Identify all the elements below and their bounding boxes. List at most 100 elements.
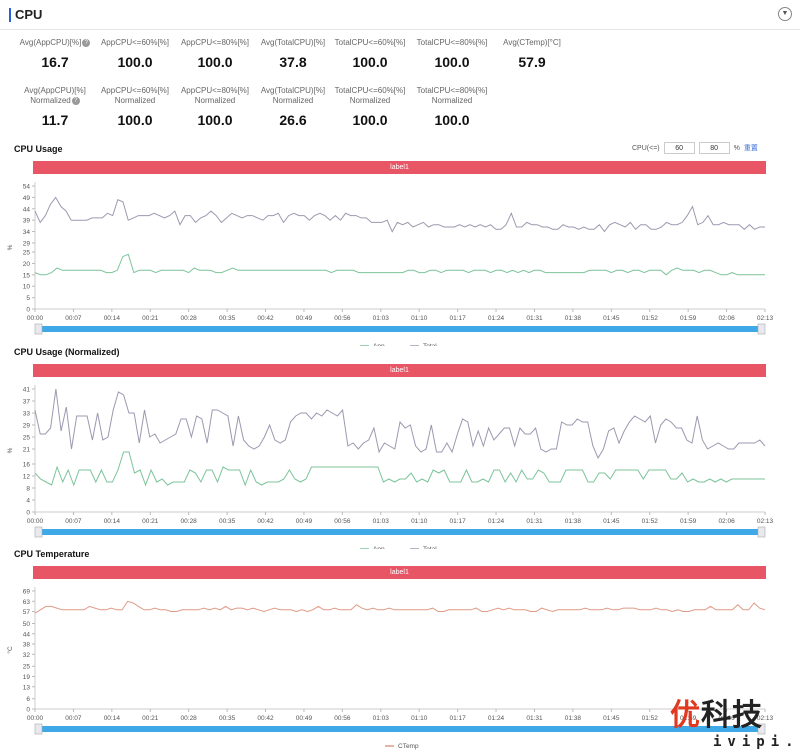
x-tick-label: 00:00 bbox=[27, 715, 44, 722]
stat-label-text: AppCPU<=80%[%] bbox=[180, 86, 250, 95]
y-tick-label: 44 bbox=[23, 631, 31, 638]
y-tick-label: 29 bbox=[23, 240, 31, 247]
stat-label: AppCPU<=60%[%] Normalized bbox=[95, 86, 175, 106]
label-band-cpu-temperature: label1 bbox=[33, 566, 766, 579]
chart-title-cpu-usage-normalized: CPU Usage (Normalized) bbox=[14, 347, 120, 357]
y-axis-label: % bbox=[7, 244, 14, 250]
cpu-threshold-60-input[interactable] bbox=[663, 142, 695, 154]
series-line-total bbox=[34, 196, 765, 233]
y-tick-label: 8 bbox=[26, 486, 30, 493]
stat-card: AppCPU<=60%[%] 100.0 bbox=[95, 38, 175, 70]
x-tick-label: 00:28 bbox=[181, 715, 198, 722]
stat-label: Avg(AppCPU)[%]? bbox=[15, 38, 95, 48]
legend-label-total[interactable]: Total bbox=[423, 343, 437, 346]
x-tick-label: 01:52 bbox=[642, 518, 659, 525]
stat-label-text: AppCPU<=60%[%] bbox=[100, 38, 170, 47]
x-tick-label: 01:24 bbox=[488, 518, 505, 525]
x-tick-label: 00:21 bbox=[142, 715, 159, 722]
chart-title-cpu-temperature: CPU Temperature bbox=[14, 549, 90, 559]
x-tick-label: 00:14 bbox=[104, 715, 121, 722]
stat-label-text: TotalCPU<=60%[%] bbox=[334, 38, 406, 47]
zoom-slider-track[interactable] bbox=[37, 326, 763, 332]
zoom-slider-right-handle[interactable] bbox=[757, 323, 766, 335]
x-tick-label: 00:07 bbox=[65, 315, 82, 322]
y-tick-label: 15 bbox=[23, 272, 31, 279]
help-icon[interactable]: ? bbox=[82, 38, 91, 47]
x-tick-label: 01:59 bbox=[680, 518, 697, 525]
stat-label: TotalCPU<=80%[%] bbox=[412, 38, 492, 48]
y-tick-label: 57 bbox=[23, 609, 31, 616]
stat-label: Avg(TotalCPU)[%] bbox=[253, 38, 333, 48]
stat-sublabel: Normalized bbox=[431, 96, 473, 105]
zoom-slider-right-handle[interactable] bbox=[757, 723, 766, 735]
stat-label-text: TotalCPU<=60%[%] bbox=[334, 86, 406, 95]
stat-label-text: AppCPU<=60%[%] bbox=[100, 86, 170, 95]
stat-value: 100.0 bbox=[352, 54, 388, 70]
x-tick-label: 02:13 bbox=[757, 518, 774, 525]
zoom-slider-track[interactable] bbox=[37, 726, 763, 732]
zoom-slider-left-handle[interactable] bbox=[34, 526, 43, 538]
x-tick-label: 01:17 bbox=[449, 518, 466, 525]
stat-label: TotalCPU<=60%[%] Normalized bbox=[330, 86, 410, 106]
y-tick-label: 5 bbox=[26, 295, 30, 302]
x-tick-label: 00:07 bbox=[65, 715, 82, 722]
x-tick-label: 01:31 bbox=[526, 518, 543, 525]
help-icon[interactable]: ? bbox=[71, 96, 80, 105]
x-tick-label: 01:10 bbox=[411, 315, 428, 322]
y-tick-label: 4 bbox=[26, 498, 30, 505]
stat-card: Avg(AppCPU)[%]? 16.7 bbox=[15, 38, 95, 70]
legend-label-app[interactable]: App bbox=[373, 546, 385, 549]
x-tick-label: 02:06 bbox=[718, 518, 735, 525]
x-tick-label: 00:28 bbox=[181, 518, 198, 525]
zoom-slider-right-handle[interactable] bbox=[757, 526, 766, 538]
x-tick-label: 01:38 bbox=[565, 715, 582, 722]
cpu-temperature-chart: 0 6 13 19 25 32 38 44 50 57 63 69 °C 00:00 00:07 00:14 0… bbox=[6, 587, 774, 750]
x-tick-label: 00:42 bbox=[257, 518, 274, 525]
stat-value: 26.6 bbox=[279, 112, 307, 128]
x-tick-label: 00:49 bbox=[296, 715, 313, 722]
legend-label-total[interactable]: Total bbox=[423, 546, 437, 549]
y-tick-label: 25 bbox=[23, 250, 31, 257]
reset-link[interactable]: 重置 bbox=[744, 143, 758, 153]
stat-card: TotalCPU<=80%[%] Normalized 100.0 bbox=[412, 86, 492, 128]
y-tick-label: 16 bbox=[23, 462, 31, 469]
stat-card: Avg(CTemp)[°C] 57.9 bbox=[492, 38, 572, 70]
stat-sublabel: Normalized bbox=[114, 96, 156, 105]
cpu-threshold-controls: CPU(<=) % 重置 bbox=[632, 142, 758, 154]
x-tick-label: 00:14 bbox=[104, 518, 121, 525]
x-tick-label: 01:52 bbox=[642, 715, 659, 722]
x-tick-label: 00:28 bbox=[181, 315, 198, 322]
y-tick-label: 69 bbox=[23, 589, 31, 596]
cpu-threshold-80-input[interactable] bbox=[698, 142, 730, 154]
x-tick-label: 01:38 bbox=[565, 315, 582, 322]
cpu-usage-chart: 0 5 10 15 20 25 29 34 39 44 49 54% 00:00 00:07 00:14 00… bbox=[7, 182, 774, 346]
zoom-slider-left-handle[interactable] bbox=[34, 723, 43, 735]
legend-label-ctemp[interactable]: CTemp bbox=[398, 743, 419, 750]
stat-label-text: Avg(CTemp)[°C] bbox=[503, 38, 561, 47]
y-tick-label: 20 bbox=[23, 261, 31, 268]
chevron-down-circle-icon[interactable]: ▼ bbox=[778, 7, 792, 21]
stat-label: AppCPU<=80%[%] bbox=[175, 38, 255, 48]
stat-label-text: TotalCPU<=80%[%] bbox=[416, 38, 488, 47]
stat-value: 100.0 bbox=[117, 54, 153, 70]
stat-label-text: TotalCPU<=80%[%] bbox=[416, 86, 488, 95]
stat-value: 11.7 bbox=[41, 112, 69, 128]
zoom-slider-left-handle[interactable] bbox=[34, 323, 43, 335]
x-tick-label: 00:42 bbox=[257, 715, 274, 722]
stat-label: AppCPU<=60%[%] bbox=[95, 38, 175, 48]
stat-label: TotalCPU<=80%[%] Normalized bbox=[412, 86, 492, 106]
legend-label-app[interactable]: App bbox=[373, 343, 385, 346]
x-tick-label: 01:31 bbox=[526, 315, 543, 322]
x-tick-label: 00:56 bbox=[334, 715, 351, 722]
y-tick-label: 6 bbox=[26, 696, 30, 703]
stat-value: 100.0 bbox=[117, 112, 153, 128]
cpu-threshold-label: CPU(<=) bbox=[632, 144, 660, 152]
y-tick-label: 32 bbox=[23, 652, 31, 659]
stat-card: TotalCPU<=60%[%] Normalized 100.0 bbox=[330, 86, 410, 128]
zoom-slider-track[interactable] bbox=[37, 529, 763, 535]
x-tick-label: 00:49 bbox=[296, 518, 313, 525]
stat-label-text: Avg(AppCPU)[%] bbox=[19, 38, 82, 47]
stat-value: 100.0 bbox=[197, 54, 233, 70]
x-tick-label: 01:24 bbox=[488, 315, 505, 322]
y-tick-label: 0 bbox=[26, 707, 30, 714]
